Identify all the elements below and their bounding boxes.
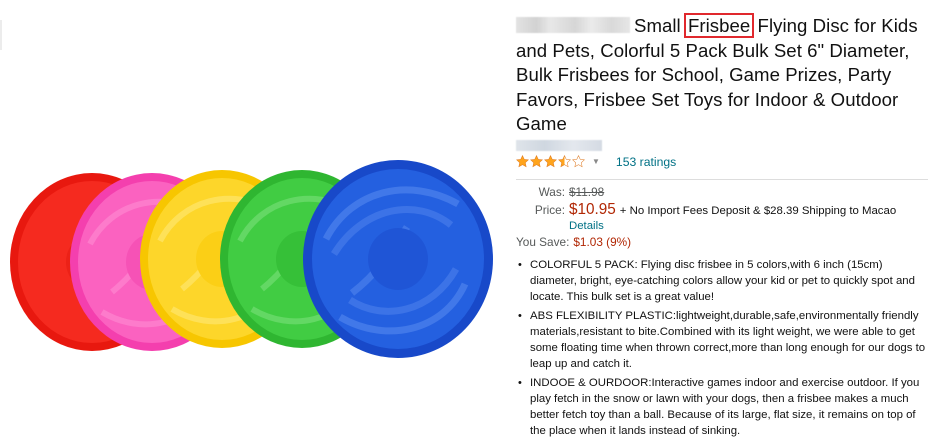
star-rating[interactable] bbox=[516, 155, 586, 168]
savings-label: You Save: bbox=[516, 234, 570, 249]
current-price: $10.95 bbox=[569, 200, 616, 218]
chevron-down-icon[interactable]: ▼ bbox=[592, 157, 600, 166]
current-price-row: Price: $10.95 + No Import Fees Deposit &… bbox=[516, 201, 930, 219]
frisbee-blue bbox=[303, 160, 493, 358]
star-half-icon bbox=[558, 155, 571, 168]
feature-bullets: COLORFUL 5 PACK: Flying disc frisbee in … bbox=[516, 257, 930, 440]
was-price-row: Was: $11.98 bbox=[516, 185, 930, 199]
shipping-details-link[interactable]: Details bbox=[569, 219, 930, 234]
shipping-info: + No Import Fees Deposit & $28.39 Shippi… bbox=[619, 204, 897, 217]
star-full-icon bbox=[516, 155, 529, 168]
title-start: Small bbox=[634, 15, 681, 36]
rating-row: ▼ 153 ratings bbox=[516, 154, 930, 170]
image-edge-divider bbox=[0, 20, 2, 50]
product-details: Small Frisbee Flying Disc for Kids and P… bbox=[516, 13, 930, 443]
star-full-icon bbox=[544, 155, 557, 168]
star-full-icon bbox=[530, 155, 543, 168]
feature-bullet: INDOOE & OURDOOR:Interactive games indoo… bbox=[516, 375, 930, 439]
frisbee-set-illustration bbox=[10, 160, 493, 358]
price-label: Price: bbox=[534, 202, 565, 217]
blurred-store-link[interactable] bbox=[516, 139, 602, 151]
savings-row: You Save: $1.03 (9%) bbox=[516, 235, 930, 249]
product-title[interactable]: Small Frisbee Flying Disc for Kids and P… bbox=[516, 13, 930, 137]
section-divider bbox=[516, 178, 928, 180]
product-image[interactable] bbox=[0, 0, 500, 433]
feature-bullet: ABS FLEXIBILITY PLASTIC:lightweight,dura… bbox=[516, 308, 930, 372]
price-block: Was: $11.98 Price: $10.95 + No Import Fe… bbox=[516, 185, 930, 249]
ratings-count-link[interactable]: 153 ratings bbox=[616, 155, 676, 169]
star-empty-icon bbox=[572, 155, 585, 168]
highlighted-keyword: Frisbee bbox=[683, 13, 755, 38]
was-label: Was: bbox=[538, 184, 565, 199]
savings-amount: $1.03 (9%) bbox=[573, 234, 632, 249]
blurred-brand-name bbox=[516, 17, 630, 33]
was-price: $11.98 bbox=[569, 184, 605, 199]
feature-bullet: COLORFUL 5 PACK: Flying disc frisbee in … bbox=[516, 257, 930, 305]
